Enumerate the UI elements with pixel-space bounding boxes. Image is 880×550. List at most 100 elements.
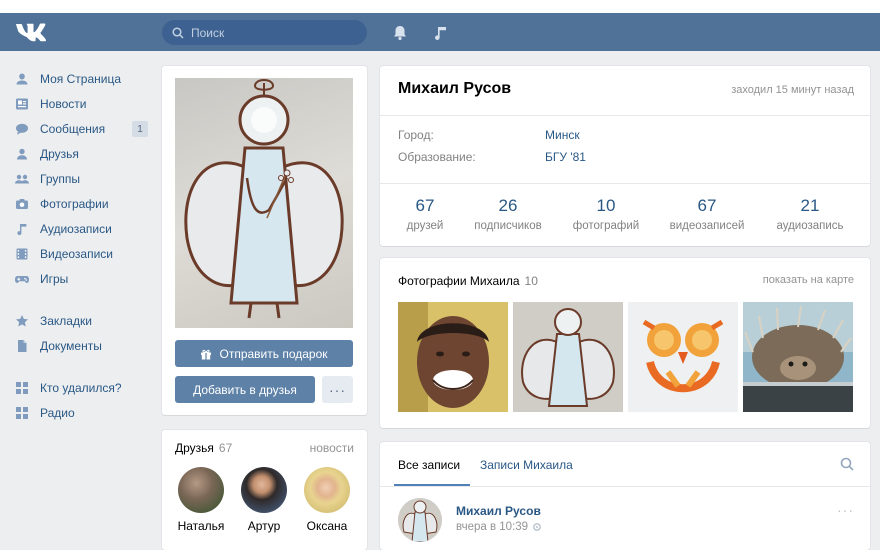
orange-owl-photo bbox=[628, 302, 738, 412]
post-time-text: вчера в 10:39 bbox=[456, 521, 529, 533]
counter-value: 21 bbox=[800, 196, 820, 215]
wall-card: Все записи Записи Михаила Михаил Русов в… bbox=[380, 442, 870, 550]
sidebar-item-groups[interactable]: Группы bbox=[14, 166, 154, 191]
last-seen-status: заходил 15 минут назад bbox=[731, 84, 854, 96]
star-icon bbox=[14, 313, 30, 329]
sidebar-item-news[interactable]: Новости bbox=[14, 91, 154, 116]
sidebar-item-audio[interactable]: Аудиозаписи bbox=[14, 216, 154, 241]
city-label: Город: bbox=[398, 128, 434, 142]
photos-count: 10 bbox=[524, 274, 538, 288]
search-icon[interactable] bbox=[840, 457, 854, 471]
photos-card: Фотографии Михаила 10 показать на карте bbox=[380, 258, 870, 428]
photo-thumbnail[interactable] bbox=[628, 302, 738, 412]
counter-followers[interactable]: 26 подписчиков bbox=[458, 196, 558, 232]
gift-icon bbox=[201, 349, 212, 359]
sidebar-item-my-page[interactable]: Моя Страница bbox=[14, 66, 154, 91]
profile-photo[interactable] bbox=[175, 78, 353, 328]
post-more-button[interactable]: ··· bbox=[837, 502, 854, 518]
sidebar-item-games[interactable]: Игры bbox=[14, 266, 154, 291]
search-placeholder: Поиск bbox=[191, 25, 225, 40]
post-author-avatar[interactable] bbox=[398, 498, 442, 542]
vk-logo-icon[interactable] bbox=[14, 21, 46, 43]
friend-name: Оксана bbox=[306, 519, 348, 533]
friend-item[interactable]: Оксана bbox=[297, 467, 357, 533]
friend-avatar bbox=[178, 467, 224, 513]
sidebar-item-label: Фотографии bbox=[40, 196, 109, 211]
search-input[interactable]: Поиск bbox=[162, 20, 367, 45]
apps-icon bbox=[14, 380, 30, 396]
sidebar-item-label: Сообщения bbox=[40, 121, 106, 136]
friend-item[interactable]: Наталья bbox=[171, 467, 231, 533]
counter-audio[interactable]: 21 аудиозапись bbox=[760, 196, 860, 232]
profile-info-card: Михаил Русов заходил 15 минут назад Горо… bbox=[380, 66, 870, 246]
gear-icon bbox=[533, 523, 541, 531]
show-on-map-link[interactable]: показать на карте bbox=[763, 274, 854, 286]
porcupine-photo bbox=[743, 302, 853, 412]
sidebar-item-bookmarks[interactable]: Закладки bbox=[14, 308, 154, 333]
music-note-icon[interactable] bbox=[431, 23, 451, 43]
divider bbox=[380, 183, 870, 184]
avatar-card: Отправить подарок Добавить в друзья ··· bbox=[162, 66, 367, 415]
left-sidebar: Моя Страница Новости Сообщения 1 Друзья … bbox=[14, 66, 154, 425]
stained-glass-angel-image bbox=[184, 79, 344, 319]
counter-videos[interactable]: 67 видеозаписей bbox=[657, 196, 757, 232]
sidebar-item-radio[interactable]: Радио bbox=[14, 400, 154, 425]
post-timestamp[interactable]: вчера в 10:39 bbox=[456, 521, 542, 533]
friends-title: Друзья bbox=[175, 441, 214, 455]
news-icon bbox=[14, 96, 30, 112]
divider bbox=[380, 486, 870, 487]
document-icon bbox=[14, 338, 30, 354]
photo-thumbnail[interactable] bbox=[743, 302, 853, 412]
sidebar-item-label: Аудиозаписи bbox=[40, 221, 112, 236]
messages-icon bbox=[14, 121, 30, 137]
tab-own-posts[interactable]: Записи Михаила bbox=[480, 458, 573, 472]
bell-icon[interactable] bbox=[390, 23, 410, 43]
stained-glass-angel-thumbnail bbox=[513, 302, 623, 412]
groups-icon bbox=[14, 171, 30, 187]
photo-thumbnail[interactable] bbox=[398, 302, 508, 412]
friends-count: 67 bbox=[218, 441, 233, 455]
friends-header[interactable]: Друзья 67 bbox=[175, 441, 232, 455]
tab-all-posts[interactable]: Все записи bbox=[398, 458, 460, 472]
post-author-link[interactable]: Михаил Русов bbox=[456, 504, 541, 518]
friends-icon bbox=[14, 146, 30, 162]
education-value-link[interactable]: БГУ '81 bbox=[545, 150, 586, 164]
education-label: Образование: bbox=[398, 150, 476, 164]
city-value-link[interactable]: Минск bbox=[545, 128, 580, 142]
sidebar-item-label: Друзья bbox=[40, 146, 79, 161]
photos-header[interactable]: Фотографии Михаила 10 bbox=[398, 274, 538, 288]
sidebar-item-label: Группы bbox=[40, 171, 80, 186]
sidebar-item-photos[interactable]: Фотографии bbox=[14, 191, 154, 216]
sidebar-item-label: Кто удалился? bbox=[40, 380, 122, 395]
sidebar-item-who-deleted[interactable]: Кто удалился? bbox=[14, 375, 154, 400]
gamepad-icon bbox=[14, 271, 30, 287]
sidebar-item-label: Видеозаписи bbox=[40, 246, 114, 261]
send-gift-label: Отправить подарок bbox=[219, 346, 328, 361]
add-friend-button[interactable]: Добавить в друзья bbox=[175, 376, 315, 403]
smiling-man-photo bbox=[398, 302, 508, 412]
sidebar-item-label: Документы bbox=[40, 338, 102, 353]
sidebar-item-documents[interactable]: Документы bbox=[14, 333, 154, 358]
counter-value: 67 bbox=[697, 196, 717, 215]
counter-label: фотографий bbox=[572, 220, 640, 232]
search-icon bbox=[172, 26, 184, 39]
sidebar-item-messages[interactable]: Сообщения 1 bbox=[14, 116, 154, 141]
friend-avatar bbox=[304, 467, 350, 513]
photos-title: Фотографии Михаила bbox=[398, 274, 520, 288]
friends-card: Друзья 67 новости Наталья Артур Оксана bbox=[162, 430, 367, 550]
friends-news-link[interactable]: новости bbox=[310, 441, 354, 455]
angel-avatar-image bbox=[398, 498, 442, 542]
friend-item[interactable]: Артур bbox=[234, 467, 294, 533]
photo-thumbnail[interactable] bbox=[513, 302, 623, 412]
counter-label: подписчиков bbox=[474, 220, 542, 232]
counter-photos[interactable]: 10 фотографий bbox=[556, 196, 656, 232]
top-bar: Поиск bbox=[0, 13, 880, 51]
send-gift-button[interactable]: Отправить подарок bbox=[175, 340, 353, 367]
more-actions-button[interactable]: ··· bbox=[322, 376, 353, 403]
sidebar-item-video[interactable]: Видеозаписи bbox=[14, 241, 154, 266]
friend-name: Наталья bbox=[177, 519, 225, 533]
friend-name: Артур bbox=[247, 519, 281, 533]
sidebar-item-friends[interactable]: Друзья bbox=[14, 141, 154, 166]
